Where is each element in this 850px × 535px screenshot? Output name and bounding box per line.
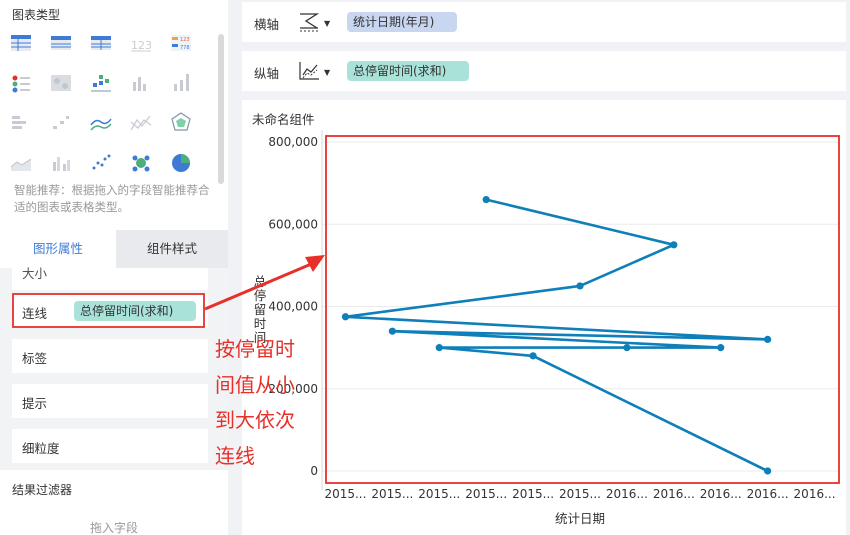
data-point[interactable] (764, 335, 772, 343)
x-axis-title: 统计日期 (555, 511, 605, 526)
line-icon[interactable] (88, 110, 114, 136)
x-tick-label: 2016... (606, 487, 648, 501)
y-tick-label: 0 (310, 464, 318, 478)
result-filter-title: 结果过滤器 (12, 483, 73, 497)
prop-label[interactable]: 标签 (12, 339, 208, 373)
svg-text:778: 778 (180, 45, 190, 51)
table-icon[interactable] (8, 30, 34, 56)
cross-table-icon[interactable] (48, 30, 74, 56)
y-tick-label: 600,000 (268, 217, 318, 231)
smart-recommend-hint: 智能推荐：根据拖入的字段智能推荐合适的图表或表格类型。 (14, 183, 210, 214)
y-axis-title-char: 总 (254, 274, 267, 289)
detail-table-icon[interactable] (88, 30, 114, 56)
data-point[interactable] (388, 327, 396, 335)
svg-text:123: 123 (131, 39, 152, 52)
matrix-icon[interactable] (88, 70, 114, 96)
prop-granularity[interactable]: 细粒度 (12, 429, 208, 463)
y-axis-dropdown-icon[interactable]: ▼ (324, 68, 330, 77)
x-tick-label: 2015... (559, 487, 601, 501)
x-axis-field-box: 横轴 ▼ 统计日期(年月) (242, 2, 846, 42)
chart-types-title: 图表类型 (12, 8, 61, 22)
line-chart: 0200,000400,000600,000800,000 2015... 201… (254, 130, 840, 526)
left-panel: 图表类型 123 123 778 智能推荐：根据拖入的字段智能推荐合适的图表或表格类… (0, 0, 228, 535)
prop-line-label: 连线 (22, 306, 48, 321)
y-axis-label: 纵轴 (254, 66, 280, 81)
data-point[interactable] (764, 467, 772, 475)
data-point[interactable] (717, 344, 725, 352)
prop-label-label: 标签 (22, 351, 48, 366)
data-point[interactable] (670, 241, 678, 249)
chart-panel: 0 200,000 400,000 600,000 800,000 2015... 201… (242, 100, 846, 535)
y-tick-label: 400,000 (268, 300, 318, 314)
y-axis-title-char: 留 (254, 302, 267, 317)
radar-icon[interactable] (168, 110, 194, 136)
scatter-bar-icon[interactable] (48, 110, 74, 136)
annotation-note: 按停留时间值从小到大依次连线 (215, 337, 295, 468)
area-line-icon[interactable] (128, 110, 154, 136)
data-point[interactable] (576, 282, 584, 290)
y-axis-field-pill[interactable]: 总停留时间(求和) (347, 61, 469, 81)
prop-granularity-label: 细粒度 (22, 441, 60, 456)
x-tick-label: 2015... (512, 487, 554, 501)
chart-types-scrollbar[interactable] (218, 34, 224, 184)
stacked-bar-icon[interactable] (8, 110, 34, 136)
x-axis-field-pill[interactable]: 统计日期(年月) (347, 12, 457, 32)
y-axis-field-box: 纵轴 ▼ 总停留时间(求和) (242, 51, 846, 91)
line-field-pill[interactable]: 总停留时间(求和) (74, 301, 196, 321)
y-tick-label: 800,000 (268, 135, 318, 149)
bar-icon[interactable] (168, 70, 194, 96)
heat-map-icon[interactable] (48, 70, 74, 96)
x-axis-type-icon[interactable] (297, 11, 321, 33)
multi-number-icon[interactable]: 123 778 (168, 30, 194, 56)
data-point[interactable] (482, 195, 490, 204)
indicator-card-icon[interactable] (8, 70, 34, 96)
data-point[interactable] (529, 352, 537, 360)
prop-size[interactable]: 大小 (12, 266, 208, 290)
x-tick-label: 2015... (371, 487, 413, 501)
prop-tooltip-label: 提示 (22, 396, 48, 411)
x-tick-label: 2015... (324, 487, 366, 501)
prop-size-label: 大小 (22, 266, 48, 281)
tab-graph-properties[interactable]: 图形属性 (0, 230, 116, 268)
x-tick-label: 2016... (747, 487, 789, 501)
x-tick-label: 2016... (700, 487, 742, 501)
x-axis-dropdown-icon[interactable]: ▼ (324, 19, 330, 28)
prop-tooltip[interactable]: 提示 (12, 384, 208, 418)
y-axis-type-icon[interactable] (297, 60, 321, 82)
data-point[interactable] (623, 344, 631, 352)
y-axis-title-char: 时 (254, 316, 267, 331)
prop-line[interactable]: 连线 总停留时间(求和) (12, 294, 208, 328)
column-icon[interactable] (128, 70, 154, 96)
widget-title: 未命名组件 (252, 112, 315, 127)
x-tick-label: 2016... (653, 487, 695, 501)
scatter-icon[interactable] (88, 150, 114, 176)
svg-text:123: 123 (180, 37, 190, 43)
x-tick-label: 2016... (794, 487, 836, 501)
filter-drop-zone[interactable]: 拖入字段 (12, 510, 216, 535)
y-axis-title-char: 停 (254, 288, 267, 303)
x-tick-label: 2015... (465, 487, 507, 501)
tab-component-style[interactable]: 组件样式 (116, 230, 228, 268)
series-line (344, 198, 769, 473)
number-card-icon[interactable]: 123 (128, 30, 154, 56)
pie-icon[interactable] (168, 150, 194, 176)
area-icon[interactable] (8, 150, 34, 176)
data-point[interactable] (435, 344, 443, 352)
grouped-column-icon[interactable] (48, 150, 74, 176)
bubble-icon[interactable] (128, 150, 154, 176)
x-axis-label: 横轴 (254, 17, 280, 32)
data-point[interactable] (341, 313, 350, 321)
x-tick-label: 2015... (418, 487, 460, 501)
